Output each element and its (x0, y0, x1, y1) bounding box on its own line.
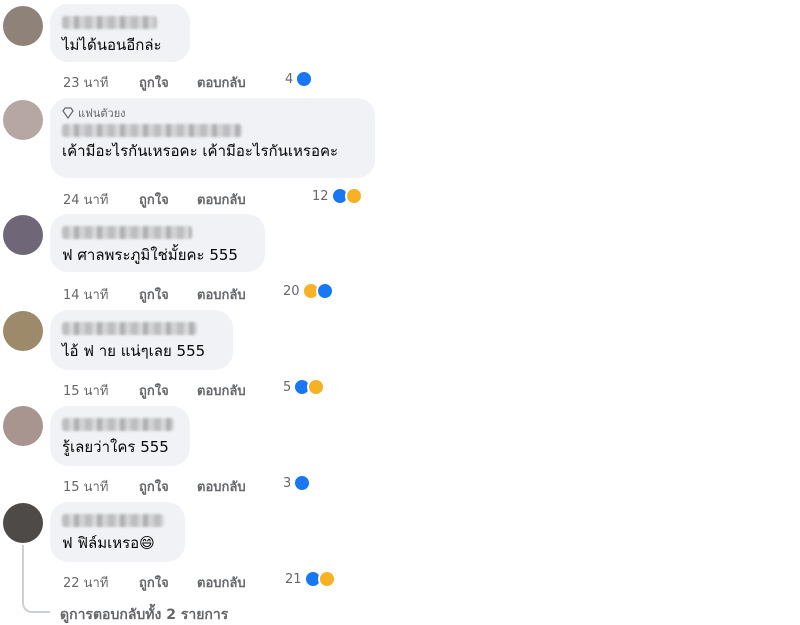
author-name-blurred[interactable] (62, 16, 157, 29)
timestamp[interactable]: 22 นาที (63, 572, 139, 593)
avatar[interactable] (3, 100, 43, 140)
haha-reaction-icon (307, 378, 326, 396)
reaction-count: 12 (312, 188, 329, 204)
reaction-count: 3 (283, 475, 292, 491)
timestamp[interactable]: 15 นาที (63, 476, 139, 497)
diamond-icon (62, 107, 74, 119)
comment-text: รู้เลยว่าใคร 555 (62, 438, 169, 456)
comment-actions: 15 นาที ถูกใจ ตอบกลับ (63, 380, 246, 401)
timestamp[interactable]: 14 นาที (63, 284, 139, 305)
avatar[interactable] (3, 215, 43, 255)
author-name-blurred[interactable] (62, 418, 174, 431)
comment-actions: 14 นาที ถูกใจ ตอบกลับ (63, 284, 246, 305)
like-button[interactable]: ถูกใจ (139, 476, 197, 497)
author-name-blurred[interactable] (62, 124, 242, 137)
reply-button[interactable]: ตอบกลับ (197, 72, 246, 93)
comment-text: ไอ้ ฟ าย แน่ๆเลย 555 (62, 342, 206, 360)
reply-button[interactable]: ตอบกลับ (197, 284, 246, 305)
view-replies-link[interactable]: ดูการตอบกลับทั้ง 2 รายการ (60, 604, 228, 625)
timestamp[interactable]: 23 นาที (63, 72, 139, 93)
reply-button[interactable]: ตอบกลับ (197, 189, 246, 210)
comment-bubble: ฟ ศาลพระภูมิใช่มั้ยคะ 555 (50, 214, 265, 272)
avatar[interactable] (3, 406, 43, 446)
reply-thread-line (22, 545, 50, 613)
comment-actions: 22 นาที ถูกใจ ตอบกลับ (63, 572, 246, 593)
timestamp[interactable]: 15 นาที (63, 380, 139, 401)
like-button[interactable]: ถูกใจ (139, 572, 197, 593)
reply-button[interactable]: ตอบกลับ (197, 572, 246, 593)
like-button[interactable]: ถูกใจ (139, 380, 197, 401)
avatar[interactable] (3, 311, 43, 351)
comment-actions: 23 นาที ถูกใจ ตอบกลับ (63, 72, 246, 93)
author-name-blurred[interactable] (62, 514, 164, 527)
like-reaction-icon (293, 474, 312, 492)
reaction-summary[interactable]: 4 (285, 70, 314, 88)
fan-badge-label: แฟนตัวยง (78, 107, 126, 120)
reaction-summary[interactable]: 5 (283, 378, 326, 396)
reply-button[interactable]: ตอบกลับ (197, 380, 246, 401)
comment-text: เค้ามีอะไรกันเหรอคะ เค้ามีอะไรกันเหรอคะ (62, 142, 339, 160)
author-name-blurred[interactable] (62, 226, 192, 239)
comment-text: ฟ ฟิล์มเหรอ😄 (62, 533, 173, 553)
comment-bubble: รู้เลยว่าใคร 555 (50, 406, 190, 466)
like-reaction-icon (295, 70, 314, 88)
reaction-count: 4 (285, 71, 294, 87)
reaction-count: 21 (285, 571, 302, 587)
comment-text: ไม่ได้นอนอีกล่ะ (62, 36, 162, 54)
comment-actions: 15 นาที ถูกใจ ตอบกลับ (63, 476, 246, 497)
haha-reaction-icon (344, 187, 363, 205)
reaction-count: 20 (283, 283, 300, 299)
haha-reaction-icon (317, 570, 336, 588)
timestamp[interactable]: 24 นาที (63, 189, 139, 210)
reaction-summary[interactable]: 21 (285, 570, 336, 588)
avatar[interactable] (3, 503, 43, 543)
reaction-summary[interactable]: 20 (283, 282, 334, 300)
comment-actions: 24 นาที ถูกใจ ตอบกลับ (63, 189, 246, 210)
like-button[interactable]: ถูกใจ (139, 189, 197, 210)
reaction-count: 5 (283, 379, 292, 395)
like-button[interactable]: ถูกใจ (139, 284, 197, 305)
like-reaction-icon (315, 282, 334, 300)
comment-bubble: ฟ ฟิล์มเหรอ😄 (50, 502, 185, 562)
grin-emoji: 😄 (139, 534, 155, 552)
comment-bubble: แฟนตัวยง เค้ามีอะไรกันเหรอคะ เค้ามีอะไรก… (50, 98, 375, 178)
comment-text: ฟ ศาลพระภูมิใช่มั้ยคะ 555 (62, 246, 238, 264)
avatar[interactable] (3, 6, 43, 46)
reaction-summary[interactable]: 3 (283, 474, 312, 492)
fan-badge: แฟนตัวยง (62, 106, 363, 120)
comment-bubble: ไอ้ ฟ าย แน่ๆเลย 555 (50, 310, 233, 370)
like-button[interactable]: ถูกใจ (139, 72, 197, 93)
comment-bubble: ไม่ได้นอนอีกล่ะ (50, 4, 190, 62)
comment-text-content: ฟ ฟิล์มเหรอ (62, 534, 140, 552)
reaction-summary[interactable]: 12 (312, 187, 363, 205)
reply-button[interactable]: ตอบกลับ (197, 476, 246, 497)
author-name-blurred[interactable] (62, 322, 197, 335)
